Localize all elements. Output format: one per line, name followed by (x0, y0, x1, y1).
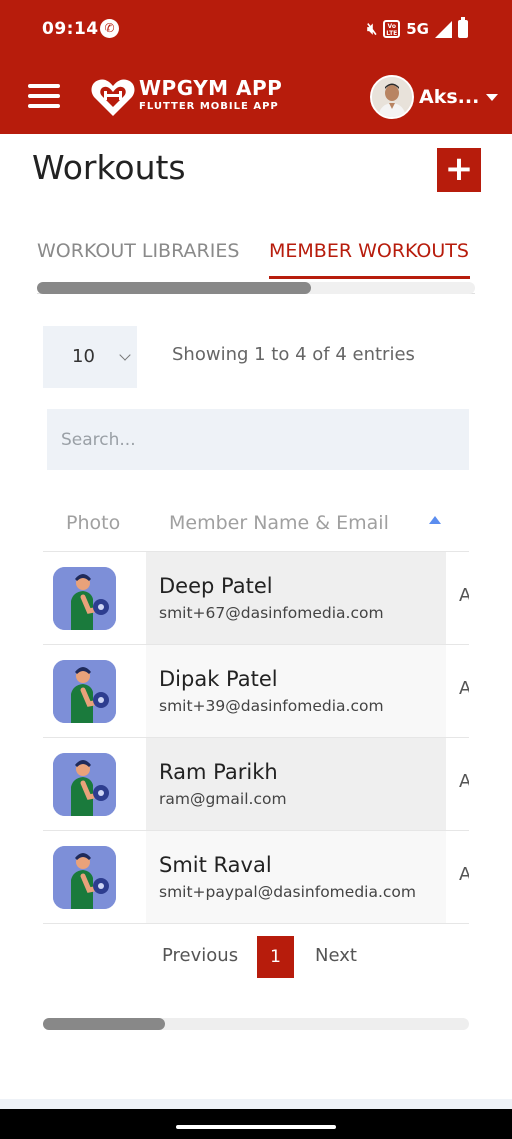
table-row[interactable]: Deep Patel smit+67@dasinfomedia.com A (43, 552, 469, 645)
extra-cell-text: A (459, 771, 469, 792)
member-name: Deep Patel (159, 574, 273, 598)
hamburger-icon[interactable] (28, 84, 60, 108)
tab-workout-libraries[interactable]: WORKOUT LIBRARIES (37, 240, 239, 262)
member-name: Ram Parikh (159, 760, 278, 784)
avatar[interactable] (370, 75, 414, 119)
member-cell: Smit Raval smit+paypal@dasinfomedia.com (146, 831, 446, 923)
tabs-scrollbar-thumb[interactable] (37, 282, 311, 294)
extra-cell-text: A (459, 864, 469, 885)
extra-cell-text: A (459, 678, 469, 699)
pagination-page-1[interactable]: 1 (257, 936, 294, 978)
entries-value: 10 (72, 346, 95, 367)
system-nav-bar (0, 1109, 512, 1139)
pagination-previous[interactable]: Previous (162, 945, 238, 966)
extra-cell-text: A (459, 585, 469, 606)
member-email: smit+67@dasinfomedia.com (159, 604, 384, 622)
add-workout-button[interactable]: + (437, 148, 481, 192)
status-icons: 🔇︎ Vo LTE 5G (367, 17, 468, 39)
brand-subtitle: FLUTTER MOBILE APP (139, 101, 279, 112)
search-input[interactable] (47, 409, 469, 470)
heart-logo-icon (91, 79, 135, 116)
brand-title: WPGYM APP (139, 76, 283, 100)
photo-cell (43, 738, 146, 830)
tab-member-workouts[interactable]: MEMBER WORKOUTS (269, 240, 469, 262)
avatar-image (372, 77, 412, 117)
entries-info: Showing 1 to 4 of 4 entries (172, 344, 415, 365)
column-header-member[interactable]: Member Name & Email (169, 512, 389, 534)
member-cell: Ram Parikh ram@gmail.com (146, 738, 446, 830)
photo-cell (43, 831, 146, 923)
mute-icon: 🔇︎ (367, 19, 378, 38)
table-scrollbar-thumb[interactable] (43, 1018, 165, 1030)
battery-icon (458, 17, 468, 38)
status-bar: 09:14 ✆ 🔇︎ Vo LTE 5G (0, 0, 512, 60)
username[interactable]: Aks... (419, 86, 479, 108)
member-email: smit+paypal@dasinfomedia.com (159, 883, 416, 901)
member-cell: Dipak Patel smit+39@dasinfomedia.com (146, 645, 446, 737)
member-name: Dipak Patel (159, 667, 278, 691)
extra-cell: A (446, 738, 469, 830)
dumbbell-workout-icon (53, 846, 116, 909)
table-row[interactable]: Ram Parikh ram@gmail.com A (43, 738, 469, 831)
dumbbell-workout-icon (53, 567, 116, 630)
extra-cell: A (446, 552, 469, 644)
photo-cell (43, 552, 146, 644)
sort-ascending-icon[interactable] (429, 516, 441, 524)
plus-icon: + (444, 149, 474, 189)
app-header: 09:14 ✆ 🔇︎ Vo LTE 5G WPGYM APP FLUTTER MO… (0, 0, 512, 134)
table-row[interactable]: Smit Raval smit+paypal@dasinfomedia.com … (43, 831, 469, 924)
extra-cell: A (446, 645, 469, 737)
call-icon: ✆ (100, 19, 119, 38)
column-header-photo: Photo (66, 512, 121, 534)
member-cell: Deep Patel smit+67@dasinfomedia.com (146, 552, 446, 644)
extra-cell: A (446, 831, 469, 923)
status-time: 09:14 (42, 19, 99, 39)
caret-down-icon[interactable] (486, 94, 498, 101)
member-email: ram@gmail.com (159, 790, 287, 808)
photo-cell (43, 645, 146, 737)
active-tab-indicator (269, 276, 470, 279)
dumbbell-workout-icon (53, 753, 116, 816)
page-title: Workouts (32, 148, 186, 187)
bottom-strip (0, 1099, 512, 1109)
member-name: Smit Raval (159, 853, 272, 877)
member-email: smit+39@dasinfomedia.com (159, 697, 384, 715)
dumbbell-workout-icon (53, 660, 116, 723)
volte-icon: Vo LTE (383, 20, 401, 38)
network-type: 5G (406, 20, 429, 38)
table-row[interactable]: Dipak Patel smit+39@dasinfomedia.com A (43, 645, 469, 738)
pagination-next[interactable]: Next (315, 945, 357, 966)
signal-icon (435, 20, 452, 38)
gesture-handle[interactable] (176, 1125, 336, 1129)
